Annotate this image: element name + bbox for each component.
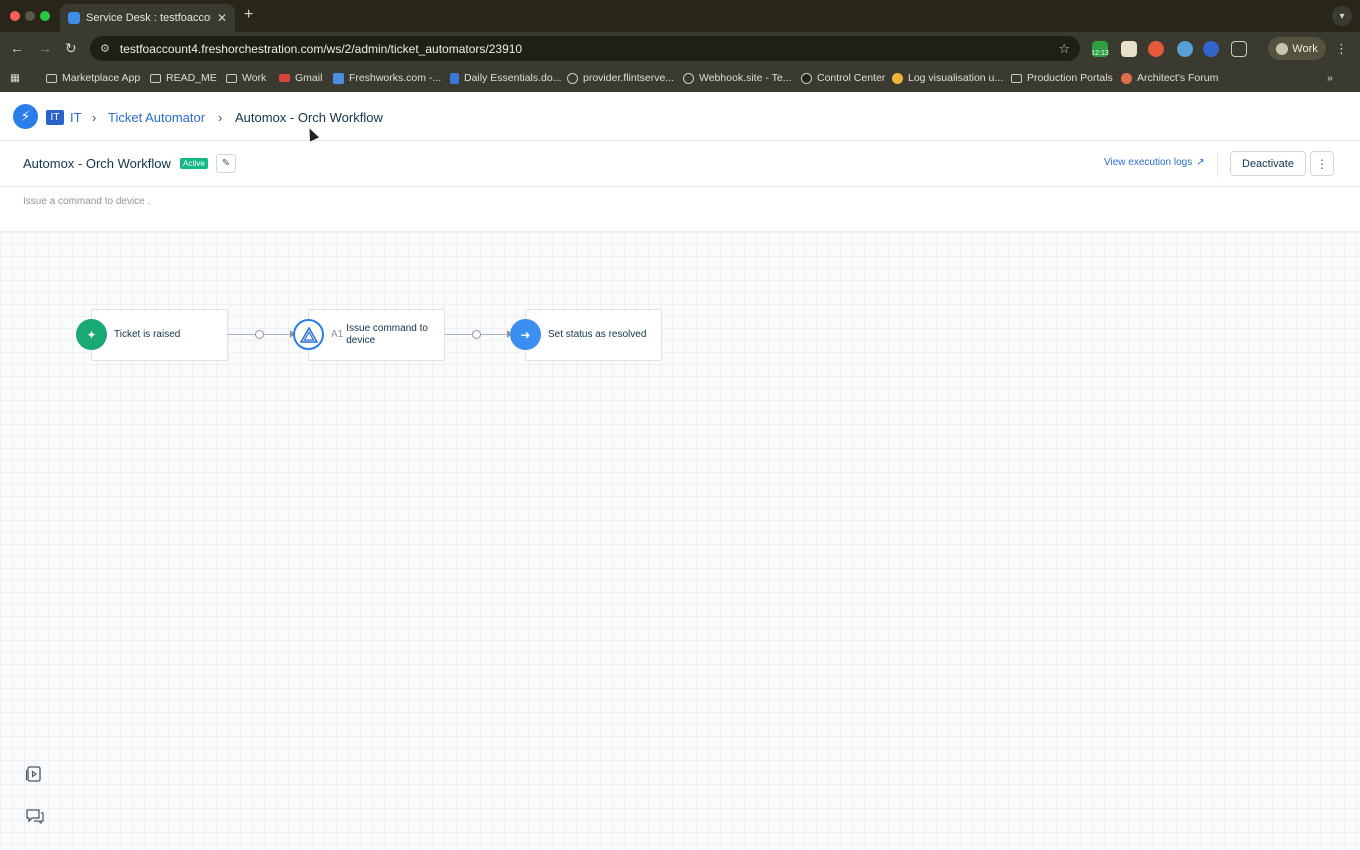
workflow-node-trigger[interactable]: Ticket is raised [91, 309, 228, 361]
bookmark-gmail[interactable]: Gmail [279, 72, 322, 84]
folder-icon [1011, 73, 1022, 83]
browser-tab-active[interactable]: Service Desk : testfoaccount4 ✕ [60, 4, 235, 32]
workflow-node-action[interactable]: Set status as resolved [525, 309, 662, 361]
url-text: testfoaccount4.freshorchestration.com/ws… [119, 41, 523, 56]
workflow-node-app-action[interactable]: A1 Issue command to device [308, 309, 445, 361]
execution-logs-label: View execution logs [1104, 157, 1193, 168]
folder-icon [150, 73, 161, 83]
tab-search-chevron-icon[interactable]: ▾ [1332, 6, 1352, 26]
app-header: ⚡ IT IT › Ticket Automator › Automox - O… [0, 92, 1360, 141]
add-step-connector-dot[interactable] [472, 330, 481, 339]
back-arrow-icon[interactable]: ← [10, 40, 24, 56]
bookmark-provider-flintserve[interactable]: provider.flintserve... [567, 72, 674, 84]
folder-icon [46, 73, 57, 83]
tab-title: Service Desk : testfoaccount4 [86, 12, 211, 24]
breadcrumb-workspace[interactable]: IT [70, 110, 82, 125]
connector-line [264, 334, 290, 335]
action-arrow-icon: ➜ [510, 319, 541, 350]
globe-icon [567, 72, 578, 84]
extension-zm-icon[interactable] [1203, 41, 1219, 57]
breadcrumb-current: Automox - Orch Workflow [235, 110, 383, 125]
browser-menu-icon[interactable]: ⋮ [1335, 41, 1348, 57]
chat-comments-icon[interactable] [25, 807, 45, 827]
webhook-globe-icon [683, 72, 694, 84]
bookmark-freshworks[interactable]: Freshworks.com -... [333, 72, 441, 84]
window-close-button[interactable] [10, 11, 20, 21]
workflow-canvas[interactable]: Ticket is raised ✦ A1 Issue command to de… [0, 232, 1360, 850]
control-center-icon [801, 72, 812, 84]
bookmarks-bar: ▦ Marketplace App READ_ME Work Gmail Fre… [0, 65, 1360, 92]
window-zoom-button[interactable] [40, 11, 50, 21]
bookmark-webhook-site[interactable]: Webhook.site - Te... [683, 72, 791, 84]
docs-icon [450, 72, 459, 84]
profile-label: Work [1292, 42, 1318, 55]
bookmark-log-visualisation[interactable]: Log visualisation u... [892, 72, 1003, 84]
add-step-connector-dot[interactable] [255, 330, 264, 339]
extension-cloud-icon[interactable] [1177, 41, 1193, 57]
edit-title-button[interactable]: ✎ [216, 154, 236, 173]
automox-app-icon [293, 319, 324, 350]
extension-color-icon[interactable] [1148, 41, 1164, 57]
gmail-icon [279, 74, 290, 82]
node-label: Ticket is raised [114, 329, 181, 340]
bookmark-star-icon[interactable]: ☆ [1058, 41, 1070, 57]
forward-arrow-icon[interactable]: → [38, 40, 52, 56]
folder-icon [226, 73, 237, 83]
status-badge: Active [180, 158, 208, 169]
playbook-video-icon[interactable] [25, 765, 45, 785]
workflow-title-bar: Automox - Orch Workflow Active ✎ View ex… [0, 141, 1360, 187]
breadcrumb-chevron-icon: › [92, 110, 97, 125]
workflow-description-bar: Issue a command to device . [0, 187, 1360, 232]
bookmark-work[interactable]: Work [226, 72, 266, 84]
bookmark-production-portals[interactable]: Production Portals [1011, 72, 1113, 84]
node-label: A1 Issue command to device [331, 323, 428, 346]
workflow-description: Issue a command to device . [23, 196, 151, 207]
bookmark-marketplace-app[interactable]: Marketplace App [46, 72, 140, 84]
pencil-icon: ✎ [221, 158, 231, 169]
breadcrumb-chevron-icon: › [218, 110, 223, 125]
bookmark-control-center[interactable]: Control Center [801, 72, 885, 84]
page-title: Automox - Orch Workflow [23, 156, 171, 171]
browser-toolbar: ← → ↻ ⚙ testfoaccount4.freshorchestratio… [0, 32, 1360, 65]
external-link-icon: ↗ [1196, 157, 1205, 168]
profile-button[interactable]: Work [1268, 37, 1326, 60]
tab-close-icon[interactable]: ✕ [217, 11, 227, 25]
bookmark-read-me[interactable]: READ_ME [150, 72, 217, 84]
freshservice-favicon-icon [68, 12, 80, 24]
extension-clock-icon[interactable]: 12:13 [1091, 41, 1109, 57]
forum-icon [1121, 72, 1132, 84]
new-tab-button[interactable]: + [244, 6, 253, 24]
workspace-badge: IT [46, 110, 64, 125]
bookmark-architects-forum[interactable]: Architect's Forum [1121, 72, 1218, 84]
deactivate-button[interactable]: Deactivate [1230, 151, 1306, 176]
window-minimize-button[interactable] [25, 11, 35, 21]
connector-line [481, 334, 507, 335]
profile-avatar-icon [1276, 42, 1289, 55]
extension-bear-icon[interactable] [1121, 41, 1137, 57]
reload-icon[interactable]: ↻ [65, 40, 77, 57]
calendar-icon [333, 72, 344, 84]
browser-tab-bar: Service Desk : testfoaccount4 ✕ + ▾ [0, 0, 1360, 32]
site-settings-icon[interactable]: ⚙ [100, 42, 110, 55]
view-execution-logs-link[interactable]: View execution logs ↗ [1104, 157, 1205, 168]
address-bar[interactable]: ⚙ testfoaccount4.freshorchestration.com/… [90, 36, 1080, 61]
freshservice-logo-icon[interactable]: ⚡ [13, 104, 38, 129]
bookmark-daily-essentials[interactable]: Daily Essentials.do... [450, 72, 561, 84]
bookmarks-overflow-icon[interactable]: » [1327, 72, 1333, 84]
breadcrumb-ticket-automator[interactable]: Ticket Automator [108, 110, 205, 125]
apps-grid-icon[interactable]: ▦ [10, 72, 20, 84]
node-label: Set status as resolved [548, 329, 647, 340]
log-icon [892, 72, 903, 84]
extensions-puzzle-icon[interactable] [1231, 41, 1247, 57]
divider [1217, 152, 1218, 177]
ticket-event-icon: ✦ [76, 319, 107, 350]
more-options-kebab-icon[interactable]: ⋮ [1310, 151, 1334, 176]
